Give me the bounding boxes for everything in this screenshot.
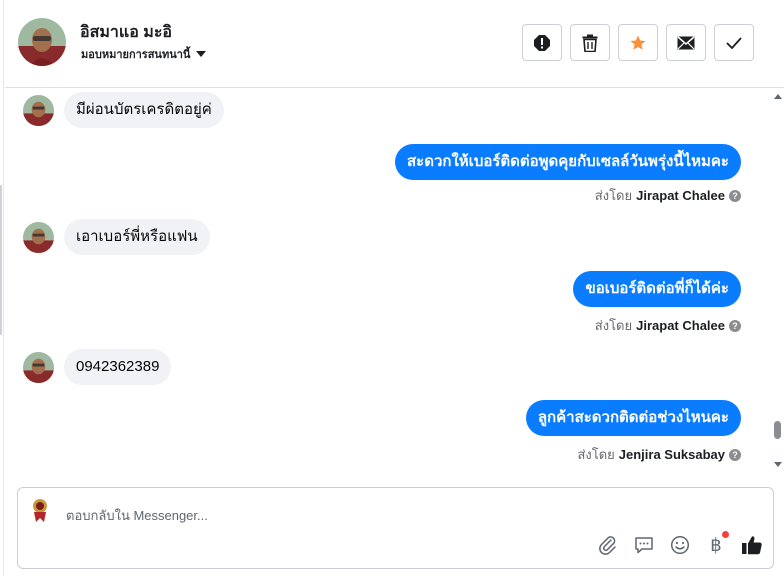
like-button[interactable]: [741, 534, 763, 556]
message-row-outgoing: สะดวกให้เบอร์ติดต่อพูดคุยกับเซลล์วันพรุ่…: [395, 144, 741, 180]
notification-dot: [722, 531, 729, 538]
caret-down-icon: [196, 51, 207, 57]
reply-input[interactable]: ตอบกลับใน Messenger...: [66, 505, 208, 526]
help-icon[interactable]: ?: [729, 189, 741, 202]
composer-tools: ฿: [597, 531, 763, 556]
saved-replies-button[interactable]: [633, 534, 655, 556]
message-bubble-incoming: มีผ่อนบัตรเครดิตอยู่ค่: [64, 92, 224, 128]
sent-by-label: ส่งโดย Jenjira Suksabay ?: [577, 444, 741, 465]
message-row-outgoing: ลูกค้าสะดวกติดต่อช่วงไหนคะ: [525, 400, 741, 436]
conversation-toolbar: [522, 24, 754, 61]
star-button[interactable]: [618, 24, 658, 61]
sent-by-prefix: ส่งโดย: [577, 447, 615, 462]
message-row-outgoing: ขอเบอร์ติดต่อพี่ก็ได้ค่ะ: [573, 271, 741, 307]
sent-by-prefix: ส่งโดย: [594, 188, 633, 203]
alert-icon: [534, 34, 550, 51]
message-bubble-incoming: 0942362389: [64, 349, 172, 385]
agent-name: Jenjira Suksabay: [618, 447, 725, 462]
message-row-incoming: 0942362389: [23, 349, 172, 385]
emoji-button[interactable]: [669, 534, 691, 556]
message-scrollbar[interactable]: [772, 88, 784, 473]
baht-icon: ฿: [710, 534, 722, 556]
message-bubble-outgoing: สะดวกให้เบอร์ติดต่อพูดคุยกับเซลล์วันพรุ่…: [395, 144, 741, 180]
assign-label: มอบหมายการสนทนานี้: [81, 49, 191, 61]
message-bubble-incoming: เอาเบอร์พี่หรือแฟน: [64, 219, 210, 255]
help-icon[interactable]: ?: [729, 448, 741, 461]
help-icon[interactable]: ?: [729, 319, 741, 332]
mark-unread-button[interactable]: [666, 24, 706, 61]
sender-avatar: [23, 351, 54, 383]
emoji-icon: [670, 535, 690, 555]
sent-by-label: ส่งโดย Jirapat Chalee ?: [595, 315, 741, 336]
message-bubble-outgoing: ขอเบอร์ติดต่อพี่ก็ได้ค่ะ: [573, 271, 741, 307]
envelope-icon: [677, 35, 695, 49]
contact-name: อิสมาแอ มะอิ: [80, 24, 173, 41]
spam-button[interactable]: [522, 24, 562, 61]
conversation-header: อิสมาแอ มะอิ มอบหมายการสนทนานี้: [5, 0, 784, 88]
agent-name: Jirapat Chalee: [636, 318, 725, 333]
reply-composer[interactable]: ตอบกลับใน Messenger... ฿: [17, 487, 774, 569]
message-bubble-outgoing: ลูกค้าสะดวกติดต่อช่วงไหนคะ: [525, 400, 741, 436]
paperclip-icon: [599, 536, 616, 555]
sent-by-prefix: ส่งโดย: [594, 318, 633, 333]
contact-avatar[interactable]: [18, 18, 66, 66]
scroll-down-icon[interactable]: [774, 462, 782, 467]
left-panel-edge: [0, 0, 4, 576]
sender-avatar: [23, 94, 54, 126]
trash-icon: [582, 34, 598, 52]
scroll-thumb[interactable]: [774, 421, 781, 439]
sent-by-label: ส่งโดย Jirapat Chalee ?: [595, 185, 741, 206]
star-icon: [630, 35, 646, 50]
agent-name: Jirapat Chalee: [636, 188, 725, 203]
payment-button[interactable]: ฿: [705, 531, 729, 556]
check-icon: [726, 36, 742, 49]
attach-button[interactable]: [597, 534, 619, 556]
message-row-incoming: เอาเบอร์พี่หรือแฟน: [23, 219, 210, 255]
message-row-incoming: มีผ่อนบัตรเครดิตอยู่ค่: [23, 92, 224, 128]
delete-button[interactable]: [570, 24, 610, 61]
scroll-up-icon[interactable]: [774, 94, 782, 99]
mark-done-button[interactable]: [714, 24, 754, 61]
thumbs-up-icon: [742, 536, 762, 555]
page-avatar: [26, 496, 54, 524]
sender-avatar: [23, 221, 54, 253]
chat-bubble-icon: [635, 537, 653, 554]
message-thread: มีผ่อนบัตรเครดิตอยู่ค่ สะดวกให้เบอร์ติดต…: [5, 88, 775, 473]
assign-conversation-dropdown[interactable]: มอบหมายการสนทนานี้: [81, 45, 207, 63]
